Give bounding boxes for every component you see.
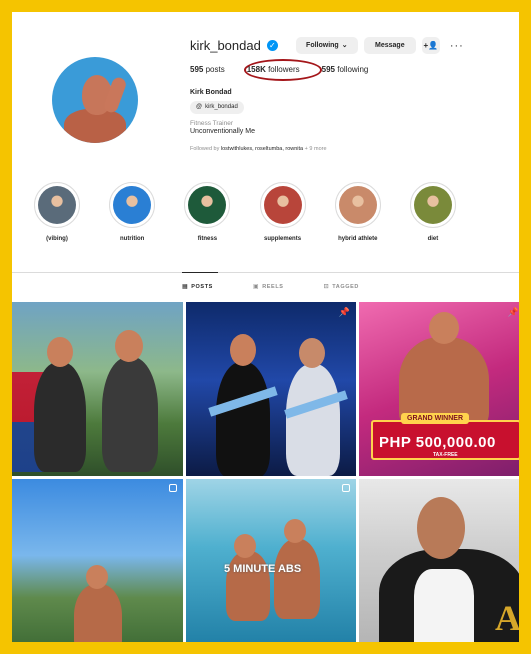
post-person-head — [86, 565, 108, 589]
post-person-head — [299, 338, 325, 368]
tagged-icon: ⊡ — [323, 284, 330, 290]
grid-icon: ▦ — [182, 284, 189, 290]
followed-by-prefix: Followed by — [190, 146, 220, 152]
username-row: kirk_bondad ✓ Following ⌄ Message +👤 ··· — [190, 37, 464, 54]
highlight-label: diet — [427, 236, 439, 242]
verified-badge-icon: ✓ — [266, 40, 278, 51]
highlight-ring — [259, 182, 306, 228]
post-person-shape — [226, 551, 270, 621]
message-button[interactable]: Message — [363, 37, 416, 54]
grand-winner-sign: GRAND WINNER PHP 500,000.00 TAX-FREE — [371, 413, 519, 460]
posts-label: posts — [205, 65, 225, 74]
highlight-ring — [409, 182, 456, 228]
full-name: Kirk Bondad — [190, 89, 232, 96]
post-thumbnail[interactable]: 5 MINUTE ABS — [186, 479, 356, 642]
chevron-down-icon: ⌄ — [341, 42, 348, 49]
post-person-head — [234, 534, 256, 558]
post-person-shape — [74, 584, 122, 642]
tab-tagged[interactable]: ⊡ TAGGED — [323, 283, 359, 291]
post-thumbnail[interactable]: 📌 — [186, 302, 356, 476]
highlight-item[interactable]: diet — [406, 182, 460, 242]
highlight-label: hybrid athlete — [338, 236, 378, 242]
post-person-head — [47, 337, 73, 367]
sign-amount-text: PHP 500,000.00 — [379, 434, 496, 451]
pin-icon: 📌 — [507, 307, 519, 317]
jacket-letter-text: A — [495, 598, 519, 638]
tab-posts[interactable]: ▦ POSTS — [182, 283, 213, 291]
post-person-shape — [216, 362, 270, 476]
highlight-item[interactable]: nutrition — [105, 182, 159, 242]
post-overlay-text: 5 MINUTE ABS — [224, 563, 302, 575]
profile-avatar[interactable] — [52, 57, 138, 143]
followed-by-suffix: + 9 more — [304, 146, 327, 152]
highlight-label: fitness — [197, 236, 218, 242]
highlight-item[interactable]: supplements — [256, 182, 310, 242]
posts-stat: 595 posts — [190, 65, 225, 74]
followers-annotation-circle — [244, 59, 322, 81]
post-person-head — [284, 519, 306, 543]
posts-count: 595 — [190, 65, 204, 74]
highlight-ring — [334, 182, 381, 228]
post-person-head — [417, 497, 465, 559]
followed-by-names: lostwithlukes, roseltumba, rownita — [220, 146, 304, 152]
profile-frame: kirk_bondad ✓ Following ⌄ Message +👤 ···… — [12, 12, 519, 642]
following-button-label: Following — [306, 42, 339, 49]
tab-reels-label: REELS — [262, 283, 284, 290]
post-person-head — [230, 334, 256, 366]
story-highlights: (vibing) nutrition fitness supplements h… — [30, 182, 460, 242]
profile-bio: Unconventionally Me — [190, 128, 255, 135]
following-count: 595 — [321, 65, 336, 74]
carousel-icon — [169, 484, 177, 492]
person-add-icon[interactable]: +👤 — [421, 37, 440, 54]
reels-icon: ▣ — [252, 284, 260, 290]
highlight-image — [113, 186, 152, 224]
highlight-label: nutrition — [120, 236, 145, 242]
highlight-ring — [34, 182, 80, 228]
highlight-image — [188, 186, 227, 224]
highlight-item[interactable]: hybrid athlete — [331, 182, 385, 242]
highlight-image — [338, 186, 377, 224]
highlight-image — [263, 186, 302, 224]
post-thumbnail[interactable]: 📌 GRAND WINNER PHP 500,000.00 TAX-FREE — [359, 302, 519, 476]
highlight-label: supplements — [264, 236, 302, 242]
highlight-item[interactable]: (vibing) — [30, 182, 84, 242]
tab-reels[interactable]: ▣ REELS — [252, 283, 284, 291]
post-person-shape — [274, 539, 320, 619]
threads-chip[interactable]: @ kirk_bondad — [190, 101, 244, 114]
tab-posts-label: POSTS — [191, 283, 213, 290]
post-shirt-shape — [414, 569, 474, 642]
posts-grid: 📌 📌 GRAND WINNER PHP 500,000.00 TAX-FREE — [12, 302, 519, 642]
pin-icon: 📌 — [338, 307, 350, 317]
following-stat[interactable]: 595 following — [322, 65, 369, 74]
sign-bottom-text: TAX-FREE — [433, 452, 458, 458]
active-tab-indicator — [182, 272, 218, 273]
following-button[interactable]: Following ⌄ — [295, 37, 358, 54]
carousel-icon — [342, 484, 350, 492]
post-person-head — [429, 312, 459, 344]
more-horizontal-icon[interactable]: ··· — [450, 40, 464, 52]
highlight-item[interactable]: fitness — [180, 182, 234, 242]
post-thumbnail[interactable] — [12, 302, 183, 476]
tab-tagged-label: TAGGED — [332, 283, 359, 290]
highlight-image — [38, 186, 76, 224]
sign-top-text: GRAND WINNER — [401, 413, 469, 424]
highlight-label: (vibing) — [46, 236, 68, 242]
post-thumbnail[interactable]: A — [359, 479, 519, 642]
profile-tabs: ▦ POSTS ▣ REELS ⊡ TAGGED — [182, 283, 359, 291]
post-person-shape — [34, 362, 86, 472]
followed-by[interactable]: Followed by lostwithlukes, roseltumba, r… — [190, 146, 327, 152]
post-person-shape — [102, 357, 158, 472]
threads-handle: kirk_bondad — [205, 104, 238, 110]
following-label: following — [337, 65, 369, 74]
username: kirk_bondad — [190, 38, 261, 53]
profile-category: Fitness Trainer — [190, 120, 233, 127]
post-person-shape — [286, 364, 340, 476]
profile-tabs-bar: ▦ POSTS ▣ REELS ⊡ TAGGED — [12, 272, 519, 290]
highlight-ring — [109, 182, 156, 228]
post-person-head — [115, 330, 143, 362]
highlight-image — [413, 186, 452, 224]
highlight-ring — [184, 182, 231, 228]
threads-icon: @ — [196, 104, 203, 110]
post-thumbnail[interactable] — [12, 479, 183, 642]
